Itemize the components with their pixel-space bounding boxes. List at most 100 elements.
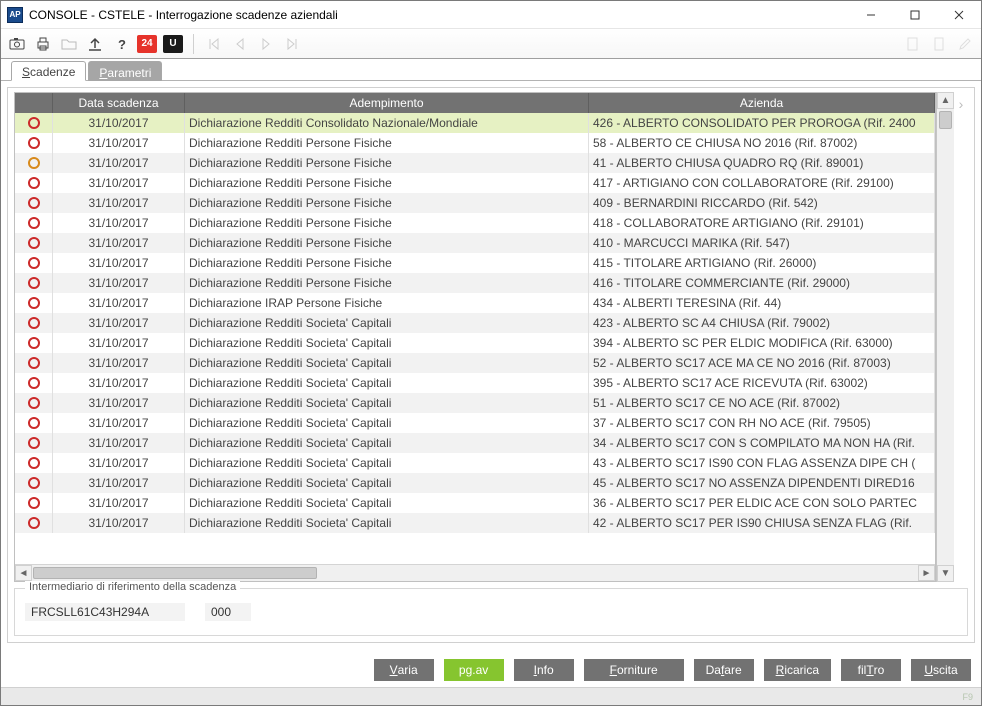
status-circle-icon bbox=[28, 197, 40, 209]
prev-record-icon[interactable] bbox=[230, 34, 250, 54]
filtro-button[interactable]: filTro bbox=[841, 659, 901, 681]
table-row[interactable]: 31/10/2017Dichiarazione Redditi Societa'… bbox=[15, 473, 935, 493]
status-circle-icon bbox=[28, 477, 40, 489]
status-circle-icon bbox=[28, 377, 40, 389]
date-cell: 31/10/2017 bbox=[53, 493, 185, 513]
intermediario-group: Intermediario di riferimento della scade… bbox=[14, 588, 968, 636]
doc-icon[interactable] bbox=[903, 34, 923, 54]
varia-button[interactable]: Varia bbox=[374, 659, 434, 681]
date-cell: 31/10/2017 bbox=[53, 273, 185, 293]
info-button[interactable]: Info bbox=[514, 659, 574, 681]
azienda-cell: 43 - ALBERTO SC17 IS90 CON FLAG ASSENZA … bbox=[589, 453, 935, 473]
horizontal-scrollbar[interactable]: ◄ ► bbox=[15, 564, 935, 581]
uscita-button[interactable]: Uscita bbox=[911, 659, 971, 681]
print-icon[interactable] bbox=[33, 34, 53, 54]
tab-parametri[interactable]: Parametri bbox=[88, 61, 162, 81]
table-row[interactable]: 31/10/2017Dichiarazione Redditi Persone … bbox=[15, 193, 935, 213]
adempimento-cell: Dichiarazione IRAP Persone Fisiche bbox=[185, 293, 589, 313]
status-cell bbox=[15, 173, 53, 193]
grid-scadenze: Data scadenza Adempimento Azienda 31/10/… bbox=[14, 92, 936, 582]
grid-header-date[interactable]: Data scadenza bbox=[53, 93, 185, 113]
table-row[interactable]: 31/10/2017Dichiarazione Redditi Persone … bbox=[15, 213, 935, 233]
vertical-scrollbar[interactable]: ▲ ▼ bbox=[936, 92, 954, 582]
date-cell: 31/10/2017 bbox=[53, 213, 185, 233]
table-row[interactable]: 31/10/2017Dichiarazione Redditi Societa'… bbox=[15, 373, 935, 393]
scroll-left-arrow-icon[interactable]: ◄ bbox=[15, 565, 32, 581]
maximize-button[interactable] bbox=[893, 1, 937, 29]
status-circle-icon bbox=[28, 177, 40, 189]
azienda-cell: 415 - TITOLARE ARTIGIANO (Rif. 26000) bbox=[589, 253, 935, 273]
azienda-cell: 52 - ALBERTO SC17 ACE MA CE NO 2016 (Rif… bbox=[589, 353, 935, 373]
folder-icon[interactable] bbox=[59, 34, 79, 54]
tab-scadenze[interactable]: Scadenze bbox=[11, 61, 86, 81]
status-circle-icon bbox=[28, 337, 40, 349]
table-row[interactable]: 31/10/2017Dichiarazione Redditi Persone … bbox=[15, 173, 935, 193]
azienda-cell: 37 - ALBERTO SC17 CON RH NO ACE (Rif. 79… bbox=[589, 413, 935, 433]
table-row[interactable]: 31/10/2017Dichiarazione IRAP Persone Fis… bbox=[15, 293, 935, 313]
azienda-cell: 410 - MARCUCCI MARIKA (Rif. 547) bbox=[589, 233, 935, 253]
dafare-button[interactable]: Dafare bbox=[694, 659, 754, 681]
grid-header-status[interactable] bbox=[15, 93, 53, 113]
badge-24-icon[interactable]: 24 bbox=[137, 35, 157, 53]
status-cell bbox=[15, 373, 53, 393]
adempimento-cell: Dichiarazione Redditi Societa' Capitali bbox=[185, 433, 589, 453]
adempimento-cell: Dichiarazione Redditi Societa' Capitali bbox=[185, 333, 589, 353]
azienda-cell: 423 - ALBERTO SC A4 CHIUSA (Rif. 79002) bbox=[589, 313, 935, 333]
table-row[interactable]: 31/10/2017Dichiarazione Redditi Consolid… bbox=[15, 113, 935, 133]
pgav-button[interactable]: pg.av bbox=[444, 659, 504, 681]
table-row[interactable]: 31/10/2017Dichiarazione Redditi Societa'… bbox=[15, 333, 935, 353]
date-cell: 31/10/2017 bbox=[53, 473, 185, 493]
table-row[interactable]: 31/10/2017Dichiarazione Redditi Persone … bbox=[15, 273, 935, 293]
grid-header-azienda[interactable]: Azienda bbox=[589, 93, 935, 113]
adempimento-cell: Dichiarazione Redditi Societa' Capitali bbox=[185, 373, 589, 393]
status-cell bbox=[15, 153, 53, 173]
svg-text:?: ? bbox=[118, 37, 126, 52]
table-row[interactable]: 31/10/2017Dichiarazione Redditi Societa'… bbox=[15, 453, 935, 473]
camera-icon[interactable] bbox=[7, 34, 27, 54]
next-record-icon[interactable] bbox=[256, 34, 276, 54]
status-cell bbox=[15, 453, 53, 473]
table-row[interactable]: 31/10/2017Dichiarazione Redditi Persone … bbox=[15, 253, 935, 273]
expand-caret-icon[interactable]: › bbox=[954, 92, 968, 582]
table-row[interactable]: 31/10/2017Dichiarazione Redditi Societa'… bbox=[15, 313, 935, 333]
table-row[interactable]: 31/10/2017Dichiarazione Redditi Persone … bbox=[15, 153, 935, 173]
adempimento-cell: Dichiarazione Redditi Persone Fisiche bbox=[185, 233, 589, 253]
scroll-up-arrow-icon[interactable]: ▲ bbox=[937, 92, 954, 109]
upload-icon[interactable] bbox=[85, 34, 105, 54]
table-row[interactable]: 31/10/2017Dichiarazione Redditi Societa'… bbox=[15, 353, 935, 373]
last-record-icon[interactable] bbox=[282, 34, 302, 54]
table-row[interactable]: 31/10/2017Dichiarazione Redditi Societa'… bbox=[15, 513, 935, 533]
azienda-cell: 416 - TITOLARE COMMERCIANTE (Rif. 29000) bbox=[589, 273, 935, 293]
ricarica-button[interactable]: Ricarica bbox=[764, 659, 831, 681]
edit-icon[interactable] bbox=[955, 34, 975, 54]
first-record-icon[interactable] bbox=[204, 34, 224, 54]
toolbar-separator bbox=[193, 34, 194, 54]
status-cell bbox=[15, 193, 53, 213]
minimize-button[interactable] bbox=[849, 1, 893, 29]
hscroll-thumb[interactable] bbox=[33, 567, 317, 579]
grid-body: 31/10/2017Dichiarazione Redditi Consolid… bbox=[15, 113, 935, 564]
table-row[interactable]: 31/10/2017Dichiarazione Redditi Societa'… bbox=[15, 433, 935, 453]
table-row[interactable]: 31/10/2017Dichiarazione Redditi Societa'… bbox=[15, 493, 935, 513]
forniture-button[interactable]: Forniture bbox=[584, 659, 684, 681]
vscroll-thumb[interactable] bbox=[939, 111, 952, 129]
table-row[interactable]: 31/10/2017Dichiarazione Redditi Societa'… bbox=[15, 393, 935, 413]
badge-u-icon[interactable]: U bbox=[163, 35, 183, 53]
azienda-cell: 58 - ALBERTO CE CHIUSA NO 2016 (Rif. 870… bbox=[589, 133, 935, 153]
adempimento-cell: Dichiarazione Redditi Persone Fisiche bbox=[185, 253, 589, 273]
adempimento-cell: Dichiarazione Redditi Persone Fisiche bbox=[185, 193, 589, 213]
scroll-down-arrow-icon[interactable]: ▼ bbox=[937, 565, 954, 582]
date-cell: 31/10/2017 bbox=[53, 453, 185, 473]
grid-header-adempimento[interactable]: Adempimento bbox=[185, 93, 589, 113]
table-row[interactable]: 31/10/2017Dichiarazione Redditi Persone … bbox=[15, 233, 935, 253]
adempimento-cell: Dichiarazione Redditi Persone Fisiche bbox=[185, 213, 589, 233]
page-icon[interactable] bbox=[929, 34, 949, 54]
adempimento-cell: Dichiarazione Redditi Persone Fisiche bbox=[185, 133, 589, 153]
help-icon[interactable]: ? bbox=[111, 34, 131, 54]
status-circle-icon bbox=[28, 397, 40, 409]
table-row[interactable]: 31/10/2017Dichiarazione Redditi Persone … bbox=[15, 133, 935, 153]
table-row[interactable]: 31/10/2017Dichiarazione Redditi Societa'… bbox=[15, 413, 935, 433]
adempimento-cell: Dichiarazione Redditi Societa' Capitali bbox=[185, 493, 589, 513]
close-button[interactable] bbox=[937, 1, 981, 29]
scroll-right-arrow-icon[interactable]: ► bbox=[918, 565, 935, 581]
